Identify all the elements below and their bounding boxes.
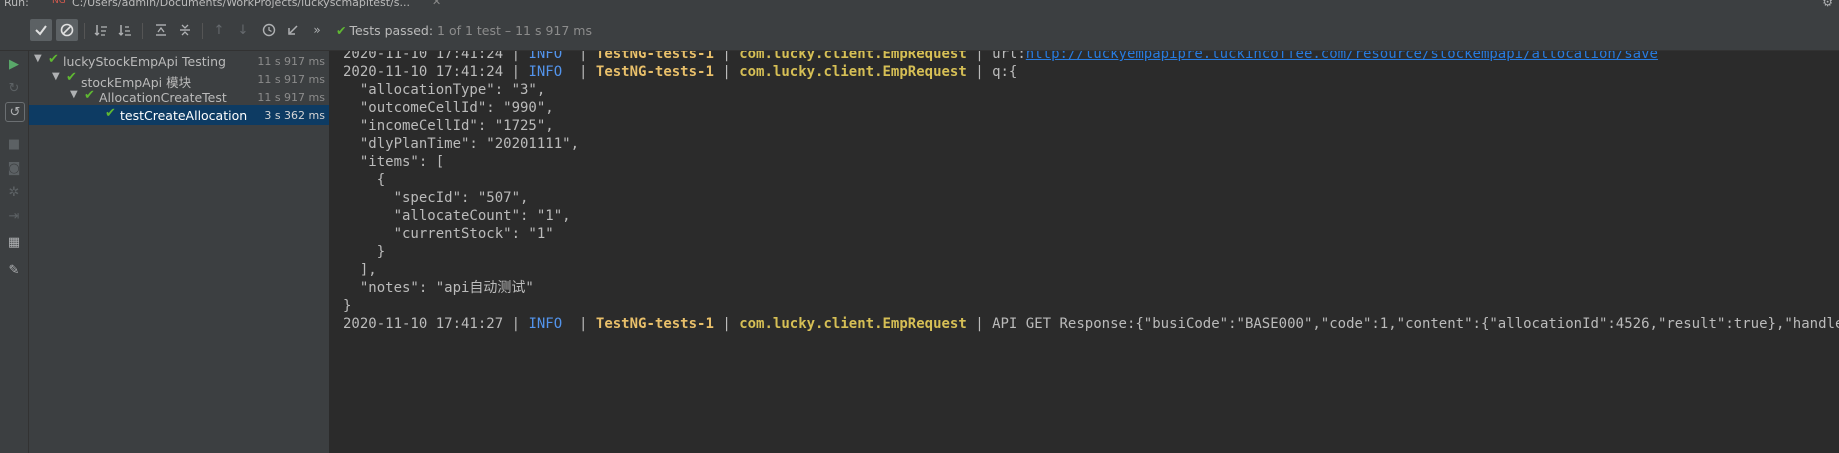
sort-duration-icon [118,25,131,36]
tree-node-label: luckyStockEmpApi Testing [63,54,226,69]
chevron-down-icon[interactable]: ▼ [34,53,42,64]
close-icon[interactable]: ✕ [432,0,441,8]
json-line: "dlyPlanTime": "20201111", [343,136,580,152]
request-url-link[interactable]: http://luckyempapipre.luckincoffee.com/r… [1026,51,1658,62]
json-line: "outcomeCellId": "990", [343,100,554,116]
json-line: ], [343,262,377,278]
tree-node-class[interactable]: ▼ ✔ AllocationCreateTest 11 s 917 ms [29,87,329,107]
run-tab-bar: Run: NG C:/Users/admin/Documents/WorkPro… [0,0,1839,10]
chevron-down-icon[interactable]: ▼ [52,71,60,82]
status-prefix: Tests passed: [349,23,434,38]
tree-node-duration: 11 s 917 ms [257,73,325,86]
console-text: 2020-11-10 17:41:24 | INFO | TestNG-test… [343,51,1839,333]
show-ignored-button[interactable] [56,19,78,41]
check-icon [35,25,47,36]
layout-icon[interactable]: ▦ [4,232,24,252]
gear-icon[interactable]: ⚙ [1822,0,1833,9]
status-count: 1 of 1 test – 11 s 917 ms [437,23,592,38]
run-label: Run: [4,0,29,9]
chevron-double-right-icon: » [313,23,321,37]
tree-node-duration: 11 s 917 ms [257,91,325,104]
log-timestamp: 2020-11-10 17:41:27 [343,316,504,332]
passed-check-icon: ✔ [84,88,95,103]
json-line: } [343,298,352,314]
log-thread: TestNG-tests-1 [595,51,714,62]
run-config-title: C:/Users/admin/Documents/WorkProjects/lu… [72,0,411,9]
toolbar-divider [142,23,143,39]
json-line: "currentStock": "1" [343,226,554,242]
stop-icon[interactable]: ■ [4,134,24,154]
collapse-all-icon [180,24,190,36]
passed-check-icon: ✔ [66,70,77,85]
sort-alphabetically-button[interactable] [90,19,112,41]
more-actions-button[interactable]: » [306,19,328,41]
passed-check-icon: ✔ [105,106,116,121]
json-line: "specId": "507", [343,190,529,206]
toolbar-divider [202,23,203,39]
log-level: INFO [528,64,563,80]
passed-check-icon: ✔ [336,23,347,38]
testng-icon: NG [52,0,66,6]
import-icon [288,25,298,35]
rerun-icon[interactable]: ▶ [4,54,24,74]
next-failed-button[interactable]: ↓ [232,19,254,41]
show-passed-button[interactable] [30,19,52,41]
console-output[interactable]: 2020-11-10 17:41:24 | INFO | TestNG-test… [330,51,1839,453]
passed-check-icon: ✔ [48,52,59,67]
log-class: com.lucky.client.EmpRequest [739,64,967,80]
log-message-prefix: url: [992,51,1026,62]
log-message: q:{ [992,64,1018,80]
tree-node-label: testCreateAllocation [120,108,248,123]
pin-icon[interactable]: ✎ [4,260,24,280]
chevron-down-icon[interactable]: ▼ [70,89,78,100]
test-status: ✔ Tests passed: 1 of 1 test – 11 s 917 ms [336,23,592,38]
log-class: com.lucky.client.EmpRequest [739,316,967,332]
tree-node-duration: 3 s 362 ms [264,109,325,122]
log-level: INFO [528,316,563,332]
tree-node-duration: 11 s 917 ms [257,55,325,68]
collapse-all-button[interactable] [174,19,196,41]
test-tree: ▼ ✔ luckyStockEmpApi Testing 11 s 917 ms… [29,51,330,453]
tree-node-method[interactable]: ✔ testCreateAllocation 3 s 362 ms [29,105,329,125]
history-icon [262,23,276,37]
toolbar-divider [84,23,85,39]
expand-all-icon [156,24,166,36]
json-line: "allocateCount": "1", [343,208,571,224]
json-line: { [343,172,386,188]
log-thread: TestNG-tests-1 [595,64,714,80]
json-line: "incomeCellId": "1725", [343,118,554,134]
json-line: "allocationType": "3", [343,82,546,98]
log-message: API GET Response:{"busiCode":"BASE000","… [992,316,1839,332]
json-line: "notes": "api自动测试" [343,280,534,296]
camera-icon[interactable]: ◙ [4,158,24,178]
log-timestamp: 2020-11-10 17:41:24 [343,64,504,80]
arrow-down-icon: ↓ [237,22,249,38]
tree-node-suite[interactable]: ▼ ✔ luckyStockEmpApi Testing 11 s 917 ms [29,51,329,71]
sort-by-duration-button[interactable] [114,19,136,41]
test-runner-toolbar: ↑ ↓ » ✔ Tests passed: 1 of 1 test – 11 s … [0,10,1839,51]
run-config-tab[interactable]: NG C:/Users/admin/Documents/WorkProjects… [36,0,456,10]
expand-all-button[interactable] [150,19,172,41]
debug-icon[interactable]: ✲ [4,182,24,202]
previous-failed-button[interactable]: ↑ [208,19,230,41]
run-actions-strip: ▶ ↻ ↺ ■ ◙ ✲ ⇥ ▦ ✎ [0,51,29,453]
rerun-failed-icon[interactable]: ↻ [4,78,24,98]
ignored-icon [60,23,74,37]
sort-alpha-icon [94,25,107,36]
log-level: INFO [528,51,563,62]
log-timestamp: 2020-11-10 17:41:24 [343,51,504,62]
json-line: "items": [ [343,154,445,170]
log-thread: TestNG-tests-1 [595,316,714,332]
import-tests-button[interactable] [282,19,304,41]
arrow-up-icon: ↑ [213,22,225,38]
export-icon[interactable]: ⇥ [4,206,24,226]
toggle-auto-test-icon[interactable]: ↺ [5,102,25,122]
tree-node-module[interactable]: ▼ ✔ stockEmpApi 模块 11 s 917 ms [29,69,329,90]
tree-node-label: AllocationCreateTest [99,90,227,105]
test-history-button[interactable] [258,19,280,41]
log-class: com.lucky.client.EmpRequest [739,51,967,62]
json-line: } [343,244,386,260]
